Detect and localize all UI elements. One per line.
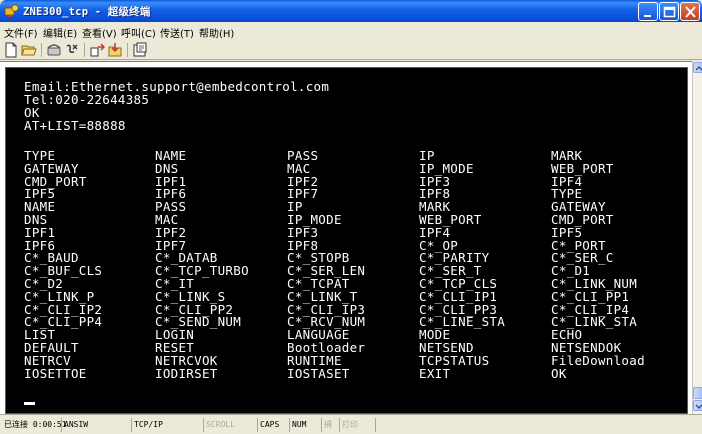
command-entry: OK — [551, 365, 567, 381]
command-entry: IPF1 — [24, 224, 56, 240]
toolbar-separator — [84, 43, 85, 57]
hyperterminal-icon — [4, 4, 19, 17]
receive-icon[interactable] — [107, 42, 123, 58]
capture-indicator: 捕 — [322, 418, 340, 432]
vertical-scrollbar[interactable] — [692, 61, 702, 414]
close-button[interactable] — [680, 2, 700, 21]
disconnect-icon[interactable] — [64, 42, 80, 58]
command-entry: IOSETTOE — [24, 365, 87, 381]
command-entry: IPF2 — [155, 224, 187, 240]
command-entry: C*_CLI_IP1 — [419, 288, 498, 304]
command-entry: NETRCVOK — [155, 352, 218, 368]
toolbar-separator — [127, 43, 128, 57]
toolbar — [0, 40, 702, 60]
command-entry: IP_MODE — [419, 160, 474, 176]
command-entry: WEB_PORT — [551, 160, 614, 176]
command-entry: C*_LINK_P — [24, 288, 95, 304]
command-entry: DNS — [155, 160, 179, 176]
text-cursor — [24, 402, 35, 405]
terminal-line: AT+LIST=88888 — [24, 118, 126, 133]
menu-help[interactable]: 帮助(H) — [199, 25, 234, 40]
menu-bar: 文件(F) 编辑(E) 查看(V) 呼叫(C) 传送(T) 帮助(H) — [0, 22, 702, 40]
send-icon[interactable] — [89, 42, 105, 58]
terminal-screen[interactable]: Email:Ethernet.support@embedcontrol.com … — [5, 67, 688, 414]
minimize-icon — [644, 15, 651, 17]
command-entry: TCPSTATUS — [419, 352, 490, 368]
command-entry: C*_LINK_S — [155, 288, 226, 304]
menu-call[interactable]: 呼叫(C) — [121, 25, 156, 40]
command-entry: NETRCV — [24, 352, 71, 368]
command-entry: RUNTIME — [287, 352, 342, 368]
maximize-icon — [663, 6, 676, 18]
chevron-up-icon — [695, 66, 702, 71]
connection-time: 已连接 0:00:51 — [2, 418, 67, 432]
terminal-area: Email:Ethernet.support@embedcontrol.com … — [0, 61, 702, 414]
command-entry: IOSTASET — [287, 365, 350, 381]
title-bar[interactable]: ZNE300_tcp - 超级终端 — [0, 0, 702, 22]
command-entry: GATEWAY — [24, 160, 79, 176]
command-entry: IPF4 — [419, 224, 451, 240]
chevron-down-icon — [695, 404, 702, 409]
protocol: TCP/IP — [132, 418, 204, 432]
scroll-down-button[interactable] — [693, 400, 702, 411]
emulation-mode: ANSIW — [62, 418, 132, 432]
maximize-button[interactable] — [659, 2, 679, 21]
menu-view[interactable]: 查看(V) — [82, 25, 117, 40]
properties-icon[interactable] — [132, 42, 148, 58]
close-icon — [685, 6, 696, 18]
open-icon[interactable] — [21, 42, 37, 58]
caps-indicator: CAPS — [258, 418, 290, 432]
status-bar: 已连接 0:00:51 ANSIW TCP/IP SCROLL CAPS NUM… — [0, 414, 702, 434]
menu-edit[interactable]: 编辑(E) — [43, 25, 77, 40]
menu-transfer[interactable]: 传送(T) — [160, 25, 194, 40]
scroll-indicator: SCROLL — [204, 418, 258, 432]
phone-icon[interactable] — [46, 42, 62, 58]
command-entry: EXIT — [419, 365, 451, 381]
command-entry: MAC — [287, 160, 311, 176]
minimize-button[interactable] — [638, 2, 658, 21]
menu-file[interactable]: 文件(F) — [4, 25, 38, 40]
command-entry: IPF5 — [551, 224, 583, 240]
command-entry: IODIRSET — [155, 365, 218, 381]
num-indicator: NUM — [290, 418, 322, 432]
command-entry: C*_LINK_T — [287, 288, 358, 304]
new-icon[interactable] — [3, 42, 19, 58]
print-indicator: 打印 — [340, 418, 376, 432]
toolbar-separator — [41, 43, 42, 57]
command-entry: C*_CLI_PP1 — [551, 288, 630, 304]
command-entry: IPF3 — [287, 224, 319, 240]
scroll-thumb[interactable] — [693, 387, 702, 399]
command-entry: FileDownload — [551, 352, 645, 368]
scroll-up-button[interactable] — [693, 62, 702, 73]
terminal-line: Tel:020-22644385 — [24, 92, 150, 107]
window-title: ZNE300_tcp - 超级终端 — [23, 6, 151, 18]
